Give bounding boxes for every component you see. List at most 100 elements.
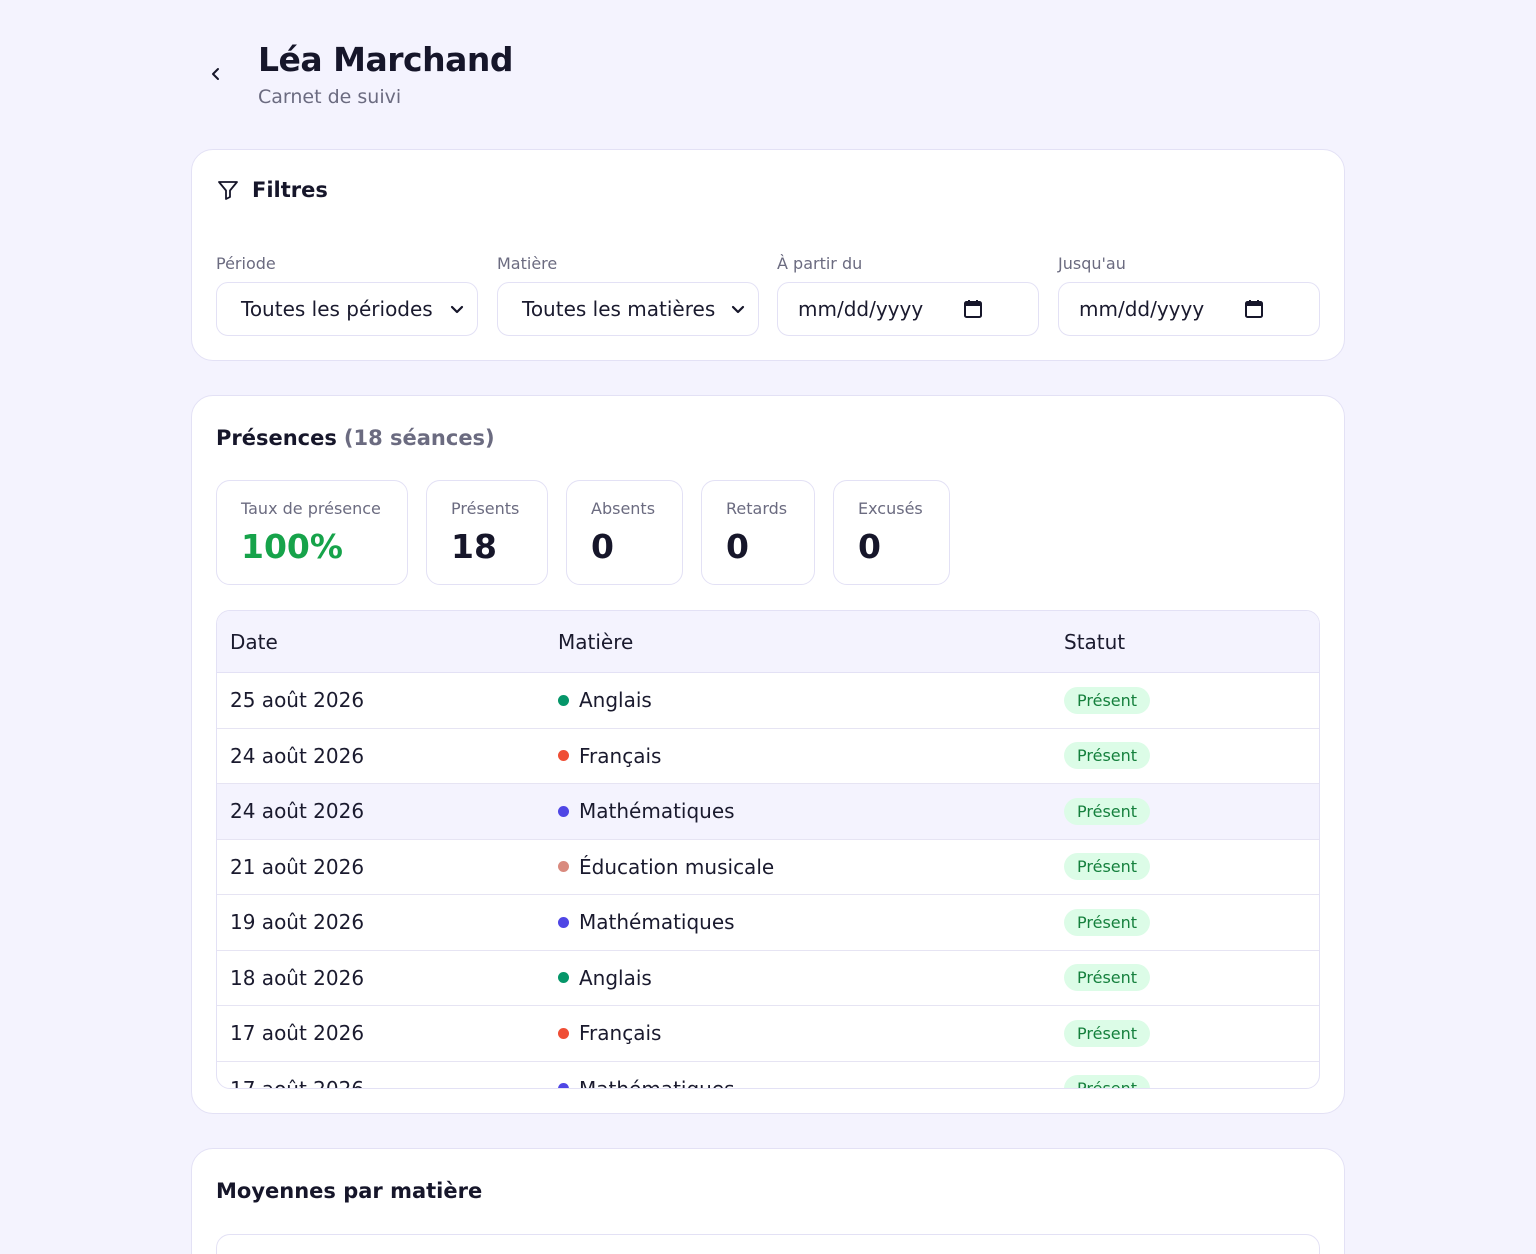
row-date: 19 août 2026	[230, 910, 365, 935]
page-header: Léa Marchand Carnet de suivi	[200, 40, 700, 120]
moyennes-heading: Moyennes par matière	[216, 1179, 482, 1203]
subject-label: Mathématiques	[579, 799, 735, 824]
chevron-left-icon	[212, 68, 219, 80]
filters-card: Filtres Période Toutes les périodes Mati…	[191, 149, 1345, 361]
row-status: Présent	[1064, 908, 1319, 936]
row-subject: Français	[558, 1021, 1064, 1045]
stat-value: 0	[591, 527, 614, 566]
subject-color-dot	[558, 916, 569, 928]
row-status: Présent	[1064, 1075, 1319, 1088]
periode-select[interactable]: Toutes les périodes	[216, 282, 478, 336]
to-date-value: mm/dd/yyyy	[1079, 297, 1205, 321]
matiere-value: Toutes les matières	[522, 297, 716, 321]
row-date: 17 août 2026	[230, 1076, 365, 1089]
table-row[interactable]: 24 août 2026 Français Présent	[217, 729, 1319, 784]
matiere-select[interactable]: Toutes les matières	[497, 282, 759, 336]
row-subject: Mathématiques	[558, 910, 1064, 934]
row-date: 24 août 2026	[230, 799, 365, 824]
subject-label: Mathématiques	[579, 910, 735, 935]
row-subject: Éducation musicale	[558, 855, 1064, 879]
moyennes-title: Moyennes par matière	[216, 1179, 483, 1203]
table-row[interactable]: 18 août 2026 Anglais Présent	[217, 951, 1319, 1006]
stat-label: Absents	[591, 499, 656, 518]
from-date-value: mm/dd/yyyy	[798, 297, 924, 321]
subject-color-dot	[558, 805, 569, 817]
to-date-input[interactable]: mm/dd/yyyy	[1058, 282, 1320, 336]
row-date: 21 août 2026	[230, 854, 365, 879]
status-badge: Présent	[1064, 853, 1151, 881]
table-body: 25 août 2026 Anglais Présent 24 août 2026 Fr…	[217, 673, 1319, 1089]
row-status: Présent	[1064, 1019, 1319, 1047]
row-status: Présent	[1064, 964, 1319, 992]
calendar-icon[interactable]	[963, 299, 983, 319]
subject-color-dot	[558, 972, 569, 984]
matiere-filter: Matière Toutes les matières	[497, 254, 759, 336]
stat-label: Retards	[726, 499, 788, 518]
presences-card: Présences (18 séances) Taux de présence …	[191, 395, 1345, 1114]
table-header: Date Matière Statut	[217, 611, 1319, 673]
table-row[interactable]: 24 août 2026 Mathématiques Présent	[217, 784, 1319, 840]
back-button[interactable]	[202, 60, 230, 88]
moyennes-card: Moyennes par matière	[191, 1148, 1345, 1254]
table-row[interactable]: 17 août 2026 Mathématiques Présent	[217, 1062, 1319, 1089]
column-header-date[interactable]: Date	[217, 630, 558, 654]
chevron-down-icon	[731, 305, 745, 314]
column-header-matiere[interactable]: Matière	[558, 630, 1064, 654]
row-subject: Mathématiques	[558, 799, 1064, 823]
filters-title: Filtres	[252, 178, 328, 202]
stat-value: 0	[858, 527, 881, 566]
page-subtitle: Carnet de suivi	[258, 86, 402, 108]
subject-color-dot	[558, 861, 569, 873]
row-date: 17 août 2026	[230, 1021, 365, 1046]
row-status: Présent	[1064, 853, 1319, 881]
subject-label: Français	[579, 1021, 662, 1046]
presences-count: (18 séances)	[343, 426, 495, 450]
row-status: Présent	[1064, 797, 1319, 825]
periode-filter: Période Toutes les périodes	[216, 254, 478, 336]
status-badge: Présent	[1064, 964, 1151, 992]
subject-color-dot	[558, 694, 569, 706]
table-row[interactable]: 17 août 2026 Français Présent	[217, 1006, 1319, 1062]
stat-presents: Présents 18	[426, 480, 548, 585]
stat-absents: Absents 0	[566, 480, 683, 585]
row-date: 25 août 2026	[230, 688, 365, 713]
page-title: Léa Marchand	[258, 40, 514, 79]
stat-label: Présents	[451, 499, 520, 518]
row-status: Présent	[1064, 686, 1319, 714]
calendar-icon[interactable]	[1244, 299, 1264, 319]
subject-label: Éducation musicale	[579, 854, 775, 879]
table-row[interactable]: 21 août 2026 Éducation musicale Présent	[217, 840, 1319, 895]
presences-table[interactable]: Date Matière Statut 25 août 2026 Anglais P…	[216, 610, 1320, 1089]
from-date-label: À partir du	[777, 254, 863, 273]
column-header-statut[interactable]: Statut	[1064, 630, 1319, 654]
status-badge: Présent	[1064, 686, 1151, 714]
table-row[interactable]: 25 août 2026 Anglais Présent	[217, 673, 1319, 729]
subject-color-dot	[558, 1083, 569, 1088]
subject-color-dot	[558, 1027, 569, 1039]
table-row[interactable]: 19 août 2026 Mathématiques Présent	[217, 895, 1319, 951]
moyennes-table	[216, 1234, 1320, 1254]
row-date: 18 août 2026	[230, 965, 365, 990]
stat-retards: Retards 0	[701, 480, 815, 585]
status-badge: Présent	[1064, 908, 1151, 936]
stat-value: 18	[451, 527, 497, 566]
subject-label: Anglais	[579, 965, 652, 990]
subject-label: Mathématiques	[579, 1076, 735, 1089]
stat-value: 100%	[241, 527, 343, 566]
stat-label: Excusés	[858, 499, 923, 518]
from-date-input[interactable]: mm/dd/yyyy	[777, 282, 1039, 336]
subject-label: Anglais	[579, 688, 652, 713]
row-subject: Anglais	[558, 688, 1064, 712]
presences-heading: Présences (18 séances)	[216, 426, 495, 450]
status-badge: Présent	[1064, 1019, 1151, 1047]
stat-label: Taux de présence	[241, 499, 381, 518]
row-subject: Anglais	[558, 966, 1064, 990]
presence-stats: Taux de présence 100% Présents 18 Absent…	[216, 480, 950, 585]
stat-value: 0	[726, 527, 749, 566]
subject-label: Français	[579, 743, 662, 768]
matiere-label: Matière	[497, 254, 558, 273]
stat-excuses: Excusés 0	[833, 480, 950, 585]
periode-value: Toutes les périodes	[241, 297, 433, 321]
row-subject: Mathématiques	[558, 1076, 1064, 1089]
row-subject: Français	[558, 744, 1064, 768]
